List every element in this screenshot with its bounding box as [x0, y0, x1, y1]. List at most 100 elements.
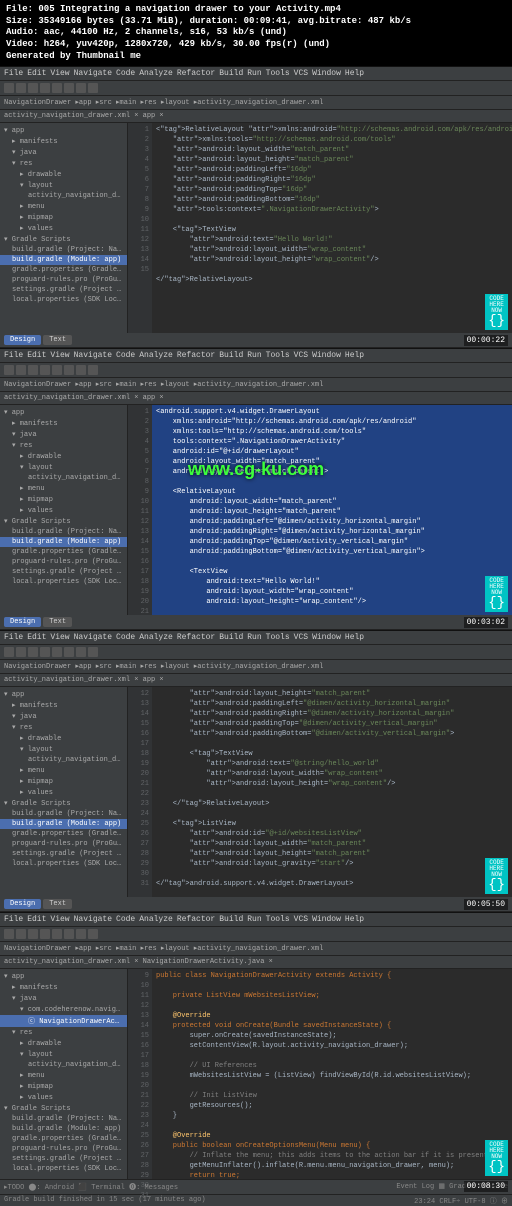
breadcrumb[interactable]: NavigationDrawer ▸app ▸src ▸main ▸res ▸l… — [0, 378, 512, 392]
tree-item[interactable]: ▸ manifests — [0, 982, 127, 993]
tree-item[interactable]: ▸ drawable — [0, 1038, 127, 1049]
tree-item[interactable]: ▸ values — [0, 787, 127, 798]
breadcrumb[interactable]: NavigationDrawer ▸app ▸src ▸main ▸res ▸l… — [0, 660, 512, 674]
menu-code[interactable]: Code — [116, 915, 135, 924]
tree-item[interactable]: ▸ menu — [0, 1070, 127, 1081]
tree-item[interactable]: activity_navigation_drawer.xml — [0, 1060, 127, 1070]
tree-item[interactable]: settings.gradle (Project Settings) — [0, 567, 127, 577]
menu-help[interactable]: Help — [345, 633, 364, 642]
tree-item[interactable]: settings.gradle (Project Settings) — [0, 285, 127, 295]
menu-vcs[interactable]: VCS — [294, 915, 308, 924]
menu-vcs[interactable]: VCS — [294, 69, 308, 78]
tree-item[interactable]: ▸ values — [0, 505, 127, 516]
menu-code[interactable]: Code — [116, 351, 135, 360]
java-editor[interactable]: public class NavigationDrawerActivity ex… — [152, 969, 512, 1179]
menubar[interactable]: FileEditViewNavigateCodeAnalyzeRefactorB… — [0, 67, 512, 81]
design-text-tabs[interactable]: DesignText — [0, 897, 512, 911]
toolbar[interactable] — [0, 645, 512, 660]
tree-item[interactable]: ▾ res — [0, 722, 127, 733]
toolbar[interactable] — [0, 81, 512, 96]
tree-item[interactable]: ▾ res — [0, 158, 127, 169]
menu-tools[interactable]: Tools — [266, 633, 290, 642]
menu-refactor[interactable]: Refactor — [177, 69, 215, 78]
tree-item[interactable]: build.gradle (Project: NavigationDrawer) — [0, 245, 127, 255]
tree-item[interactable]: ▸ mipmap — [0, 776, 127, 787]
menu-build[interactable]: Build — [219, 633, 243, 642]
menu-help[interactable]: Help — [345, 69, 364, 78]
tree-item[interactable]: ▾ app — [0, 407, 127, 418]
tree-item[interactable]: ▾ java — [0, 429, 127, 440]
tree-item[interactable]: ▸ menu — [0, 201, 127, 212]
menu-refactor[interactable]: Refactor — [177, 915, 215, 924]
editor-tabs[interactable]: activity_navigation_drawer.xml × app × — [0, 674, 512, 687]
menu-window[interactable]: Window — [312, 351, 341, 360]
tree-item[interactable]: build.gradle (Project: NavigationDrawer) — [0, 1114, 127, 1124]
project-tree[interactable]: ▾ app▸ manifests▾ java▾ res▸ drawable▾ l… — [0, 405, 128, 615]
menu-window[interactable]: Window — [312, 633, 341, 642]
tree-item[interactable]: ▸ values — [0, 223, 127, 234]
tree-item[interactable]: gradle.properties (Gradle Properties) — [0, 265, 127, 275]
menu-edit[interactable]: Edit — [27, 69, 46, 78]
tree-item[interactable]: proguard-rules.pro (ProGuard Rules for a… — [0, 1144, 127, 1154]
tree-item[interactable]: ▾ layout — [0, 180, 127, 191]
tree-item[interactable]: proguard-rules.pro (ProGuard Rules for a… — [0, 557, 127, 567]
tree-item[interactable]: local.properties (SDK Location) — [0, 295, 127, 305]
tree-item[interactable]: build.gradle (Module: app) — [0, 819, 127, 829]
tree-item[interactable]: activity_navigation_drawer.xml — [0, 191, 127, 201]
tree-item[interactable]: ▸ manifests — [0, 418, 127, 429]
tree-item[interactable]: ▾ java — [0, 147, 127, 158]
tree-item[interactable]: local.properties (SDK Location) — [0, 1164, 127, 1174]
tree-item[interactable]: ▾ java — [0, 711, 127, 722]
menu-build[interactable]: Build — [219, 915, 243, 924]
menu-build[interactable]: Build — [219, 69, 243, 78]
menu-refactor[interactable]: Refactor — [177, 633, 215, 642]
tree-item[interactable]: ▸ drawable — [0, 451, 127, 462]
tree-item[interactable]: ▸ values — [0, 1092, 127, 1103]
tree-item[interactable]: ▾ res — [0, 1027, 127, 1038]
bottom-toolbar[interactable]: ▸TODO ⬤: Android ⬛ Terminal ⓿: MessagesE… — [0, 1179, 512, 1194]
tree-item[interactable]: ▸ manifests — [0, 136, 127, 147]
tree-item[interactable]: activity_navigation_drawer.xml — [0, 473, 127, 483]
tree-item[interactable]: build.gradle (Module: app) — [0, 1124, 127, 1134]
tree-item[interactable]: ▸ drawable — [0, 733, 127, 744]
menu-tools[interactable]: Tools — [266, 69, 290, 78]
menu-run[interactable]: Run — [247, 69, 261, 78]
xml-editor-selected[interactable]: <android.support.v4.widget.DrawerLayout … — [152, 405, 512, 615]
tree-item[interactable]: ▾ com.codeherenow.navigationdrawer — [0, 1004, 127, 1015]
menu-view[interactable]: View — [50, 915, 69, 924]
tree-item[interactable]: ▸ mipmap — [0, 212, 127, 223]
xml-editor[interactable]: <"tag">RelativeLayout "attr">xmlns:andro… — [152, 123, 512, 333]
xml-editor[interactable]: "attr">android:layout_height="match_pare… — [152, 687, 512, 897]
menu-run[interactable]: Run — [247, 633, 261, 642]
menu-help[interactable]: Help — [345, 351, 364, 360]
design-text-tabs[interactable]: DesignText — [0, 333, 512, 347]
editor-tabs[interactable]: activity_navigation_drawer.xml × app × — [0, 110, 512, 123]
project-tree[interactable]: ▾ app▸ manifests▾ java▾ res▸ drawable▾ l… — [0, 687, 128, 897]
tree-item[interactable]: ▾ layout — [0, 744, 127, 755]
menu-view[interactable]: View — [50, 633, 69, 642]
design-text-tabs[interactable]: DesignText — [0, 615, 512, 629]
tree-item[interactable]: build.gradle (Module: app) — [0, 255, 127, 265]
menu-analyze[interactable]: Analyze — [139, 633, 173, 642]
tree-item[interactable]: ▸ mipmap — [0, 1081, 127, 1092]
tree-item[interactable]: ⓒ NavigationDrawerActivity — [0, 1015, 127, 1027]
menu-file[interactable]: File — [4, 915, 23, 924]
menu-code[interactable]: Code — [116, 633, 135, 642]
tree-item[interactable]: gradle.properties (Gradle Properties) — [0, 829, 127, 839]
menu-run[interactable]: Run — [247, 351, 261, 360]
menu-file[interactable]: File — [4, 351, 23, 360]
tree-item[interactable]: ▾ Gradle Scripts — [0, 234, 127, 245]
tree-item[interactable]: ▾ Gradle Scripts — [0, 516, 127, 527]
tree-item[interactable]: local.properties (SDK Location) — [0, 859, 127, 869]
project-tree[interactable]: ▾ app▸ manifests▾ java▾ res▸ drawable▾ l… — [0, 123, 128, 333]
project-tree[interactable]: ▾ app▸ manifests▾ java▾ com.codeherenow.… — [0, 969, 128, 1179]
toolbar[interactable] — [0, 927, 512, 942]
menu-refactor[interactable]: Refactor — [177, 351, 215, 360]
tree-item[interactable]: ▸ mipmap — [0, 494, 127, 505]
breadcrumb[interactable]: NavigationDrawer ▸app ▸src ▸main ▸res ▸l… — [0, 942, 512, 956]
menubar[interactable]: FileEditViewNavigateCodeAnalyzeRefactorB… — [0, 631, 512, 645]
menu-navigate[interactable]: Navigate — [74, 351, 112, 360]
tree-item[interactable]: ▸ menu — [0, 483, 127, 494]
tree-item[interactable]: settings.gradle (Project Settings) — [0, 1154, 127, 1164]
menu-edit[interactable]: Edit — [27, 351, 46, 360]
